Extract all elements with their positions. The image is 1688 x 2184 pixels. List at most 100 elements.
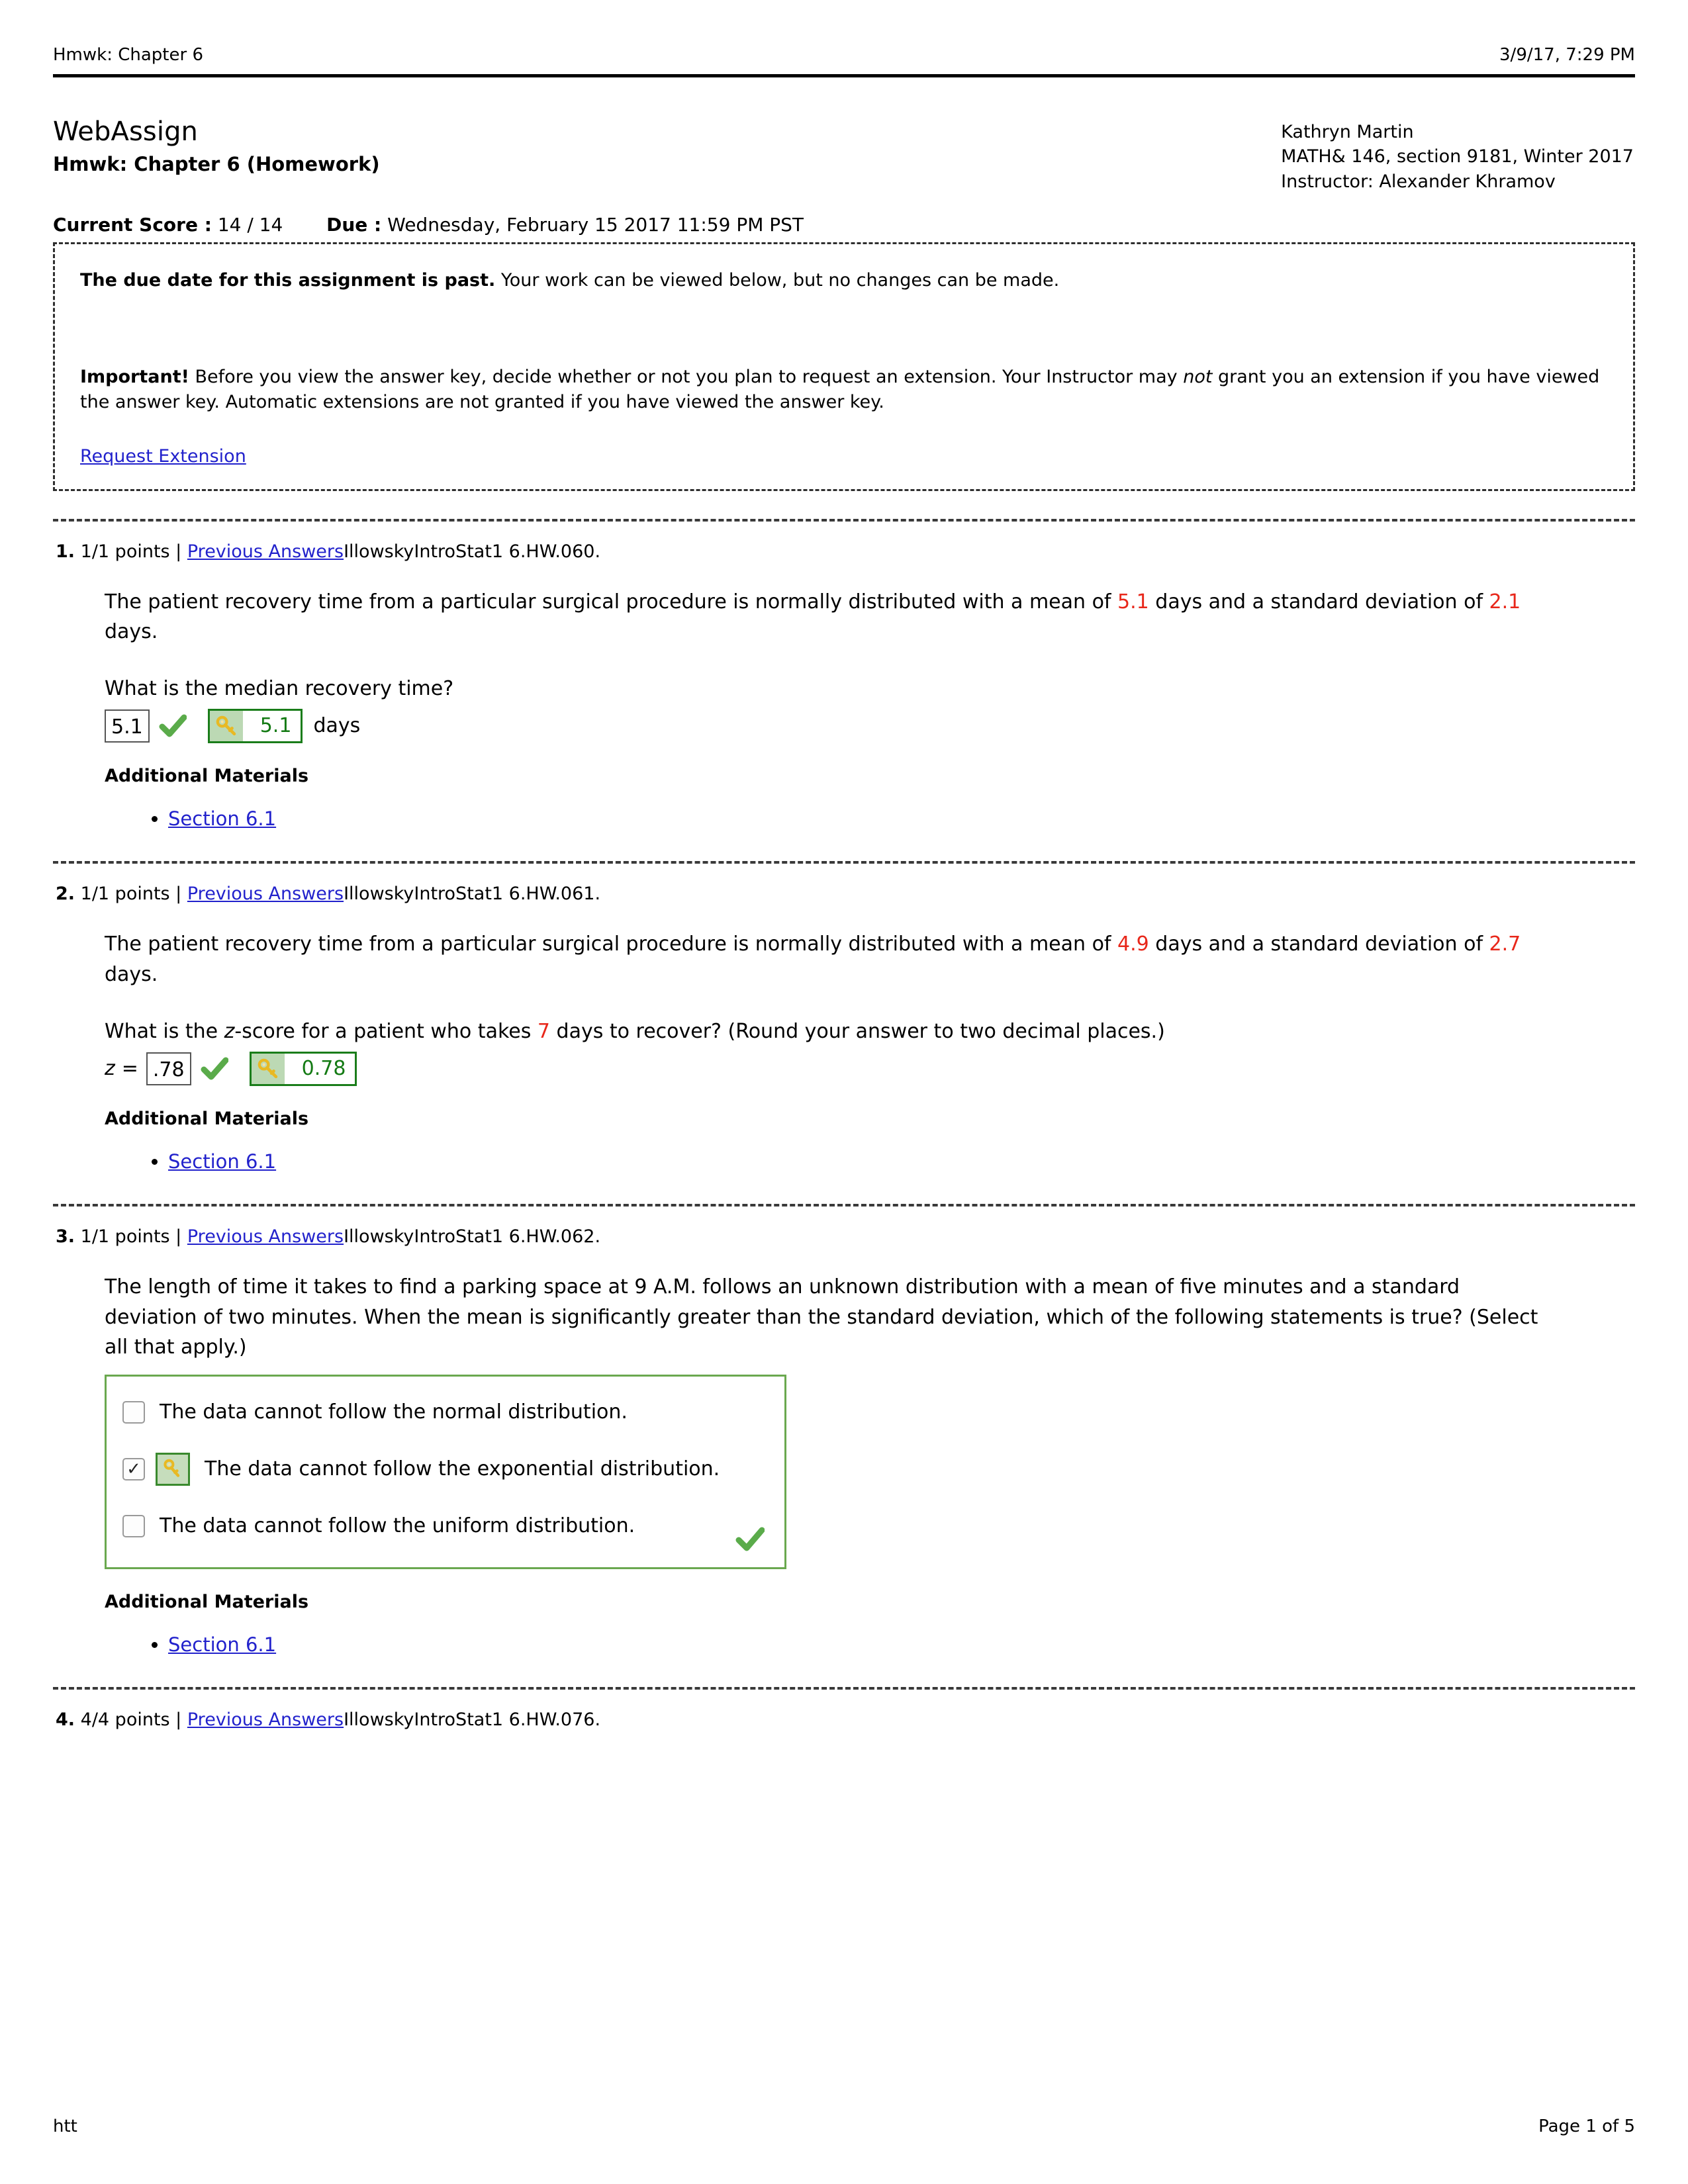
question-2-equals-sign: = (121, 1057, 138, 1081)
past-due-message: The due date for this assignment is past… (80, 268, 1608, 293)
print-header-timestamp: 3/9/17, 7:29 PM (1499, 45, 1635, 65)
q2-text-part1: The patient recovery time from a particu… (105, 933, 1118, 956)
student-name: Kathryn Martin (1281, 122, 1414, 142)
important-text-italic: not (1183, 367, 1213, 388)
green-check-icon (735, 1525, 765, 1554)
print-header: Hmwk: Chapter 6 3/9/17, 7:29 PM (53, 0, 1635, 65)
instructor-name: Instructor: Alexander Khramov (1281, 171, 1556, 192)
choice-option-3-label: The data cannot follow the uniform distr… (160, 1514, 635, 1537)
past-due-bold-text: The due date for this assignment is past… (80, 269, 496, 291)
question-4-previous-answers-link[interactable]: Previous Answers (187, 1709, 344, 1730)
question-1-additional-materials-label: Additional Materials (105, 765, 309, 786)
current-score-value: 14 / 14 (217, 213, 283, 236)
footer-page-number: Page 1 of 5 (1538, 2116, 1635, 2136)
question-1-materials-list: Section 6.1 (105, 805, 1542, 834)
choice-option-2-label: The data cannot follow the exponential d… (205, 1457, 720, 1480)
question-separator (53, 1687, 1635, 1690)
question-1-header: 1. 1/1 points | Previous AnswersIllowsky… (53, 541, 1635, 562)
question-2-answer-input[interactable]: .78 (146, 1052, 191, 1085)
question-2-statement: The patient recovery time from a particu… (105, 929, 1542, 989)
question-2-body: The patient recovery time from a particu… (53, 929, 1635, 1176)
question-2-source: IllowskyIntroStat1 6.HW.061. (344, 884, 601, 905)
q2-days-value: 7 (537, 1019, 550, 1043)
green-check-icon (159, 712, 187, 740)
question-4-source: IllowskyIntroStat1 6.HW.076. (344, 1709, 601, 1731)
question-2-header: 2. 1/1 points | Previous AnswersIllowsky… (53, 884, 1635, 904)
list-item: Section 6.1 (168, 1148, 1542, 1177)
assignment-header: WebAssign Hmwk: Chapter 6 (Homework) Kat… (53, 116, 1635, 194)
question-1-number: 1. (56, 541, 75, 562)
question-3-materials-list: Section 6.1 (105, 1631, 1542, 1660)
question-3-number: 3. (56, 1226, 75, 1248)
question-1-answer-input[interactable]: 5.1 (105, 709, 150, 743)
print-header-title: Hmwk: Chapter 6 (53, 45, 203, 65)
q2-prompt-z-italic: z (224, 1019, 235, 1043)
choice-option-3[interactable]: The data cannot follow the uniform distr… (122, 1509, 769, 1543)
question-1-source: IllowskyIntroStat1 6.HW.060. (344, 541, 601, 562)
answer-key-icon (251, 1053, 285, 1084)
current-score-label: Current Score : (53, 213, 212, 236)
question-1-section-link[interactable]: Section 6.1 (168, 807, 276, 830)
due-value: Wednesday, February 15 2017 11:59 PM PST (387, 213, 804, 236)
q1-text-part1: The patient recovery time from a particu… (105, 590, 1118, 614)
question-separator (53, 861, 1635, 864)
choice-option-1[interactable]: The data cannot follow the normal distri… (122, 1395, 769, 1430)
question-1-answer-row: 5.1 5.1 days (105, 708, 1542, 743)
question-2-previous-answers-link[interactable]: Previous Answers (187, 884, 344, 904)
q2-prompt-part2: -score for a patient who takes (234, 1019, 538, 1043)
footer-url: htt (53, 2116, 77, 2136)
question-2-section-link[interactable]: Section 6.1 (168, 1150, 276, 1173)
list-item: Section 6.1 (168, 805, 1542, 834)
question-1-body: The patient recovery time from a particu… (53, 587, 1635, 834)
q1-mean-value: 5.1 (1117, 590, 1149, 614)
important-text-part1: Before you view the answer key, decide w… (189, 367, 1184, 388)
question-1-previous-answers-link[interactable]: Previous Answers (187, 541, 344, 562)
list-item: Section 6.1 (168, 1631, 1542, 1660)
request-extension-link[interactable]: Request Extension (80, 446, 246, 467)
assignment-identity: WebAssign Hmwk: Chapter 6 (Homework) (53, 116, 380, 176)
question-2-number: 2. (56, 884, 75, 905)
question-2-key-value: 0.78 (301, 1057, 346, 1081)
question-4-header: 4. 4/4 points | Previous AnswersIllowsky… (53, 1709, 1635, 1730)
q1-sd-value: 2.1 (1489, 590, 1521, 614)
question-1-key-value: 5.1 (259, 714, 292, 738)
score-and-due-line: Current Score : 14 / 14 Due : Wednesday,… (53, 214, 1635, 236)
document-page: Hmwk: Chapter 6 3/9/17, 7:29 PM WebAssig… (0, 0, 1688, 2184)
q1-text-part2: days and a standard deviation of (1149, 590, 1489, 614)
question-2-answer-row: z = .78 0.78 (105, 1051, 1542, 1086)
q1-text-part3: days. (105, 620, 158, 644)
question-3-additional-materials-label: Additional Materials (105, 1591, 309, 1612)
webassign-logo: WebAssign (53, 116, 199, 147)
past-due-rest-text: Your work can be viewed below, but no ch… (495, 269, 1060, 291)
checkbox-icon[interactable]: ✓ (122, 1457, 145, 1480)
checkbox-icon[interactable] (122, 1514, 145, 1537)
question-3-statement: The length of time it takes to find a pa… (105, 1275, 1538, 1359)
question-separator (53, 518, 1635, 522)
question-2-materials-list: Section 6.1 (105, 1148, 1542, 1177)
question-4-number: 4. (56, 1709, 75, 1731)
question-3-points: 1/1 points | (80, 1226, 182, 1248)
question-2-points: 1/1 points | (80, 884, 182, 905)
course-section: MATH& 146, section 9181, Winter 2017 (1281, 146, 1634, 167)
question-3-header: 3. 1/1 points | Previous AnswersIllowsky… (53, 1226, 1635, 1247)
choice-option-2[interactable]: ✓ The data cannot follow the exponential… (122, 1452, 769, 1486)
q2-prompt-part1: What is the (105, 1019, 224, 1043)
question-3-section-link[interactable]: Section 6.1 (168, 1633, 276, 1656)
header-divider (53, 74, 1635, 77)
q2-mean-value: 4.9 (1117, 933, 1149, 956)
checkbox-icon[interactable] (122, 1400, 145, 1424)
question-1-points: 1/1 points | (80, 541, 182, 562)
past-due-notice-box: The due date for this assignment is past… (53, 242, 1635, 491)
q2-sd-value: 2.7 (1489, 933, 1521, 956)
answer-key-icon (209, 710, 243, 741)
question-2-z-label: z (105, 1057, 115, 1081)
question-1-statement: The patient recovery time from a particu… (105, 587, 1542, 647)
question-1-prompt: What is the median recovery time? (105, 676, 454, 700)
question-3-previous-answers-link[interactable]: Previous Answers (187, 1226, 344, 1247)
question-2-answer-key: 0.78 (249, 1051, 357, 1086)
assignment-title: Hmwk: Chapter 6 (Homework) (53, 152, 380, 175)
question-1-answer-key: 5.1 (207, 708, 303, 743)
question-3-body: The length of time it takes to find a pa… (53, 1272, 1635, 1659)
important-message: Important! Before you view the answer ke… (80, 365, 1608, 416)
question-4-points: 4/4 points | (80, 1709, 182, 1731)
